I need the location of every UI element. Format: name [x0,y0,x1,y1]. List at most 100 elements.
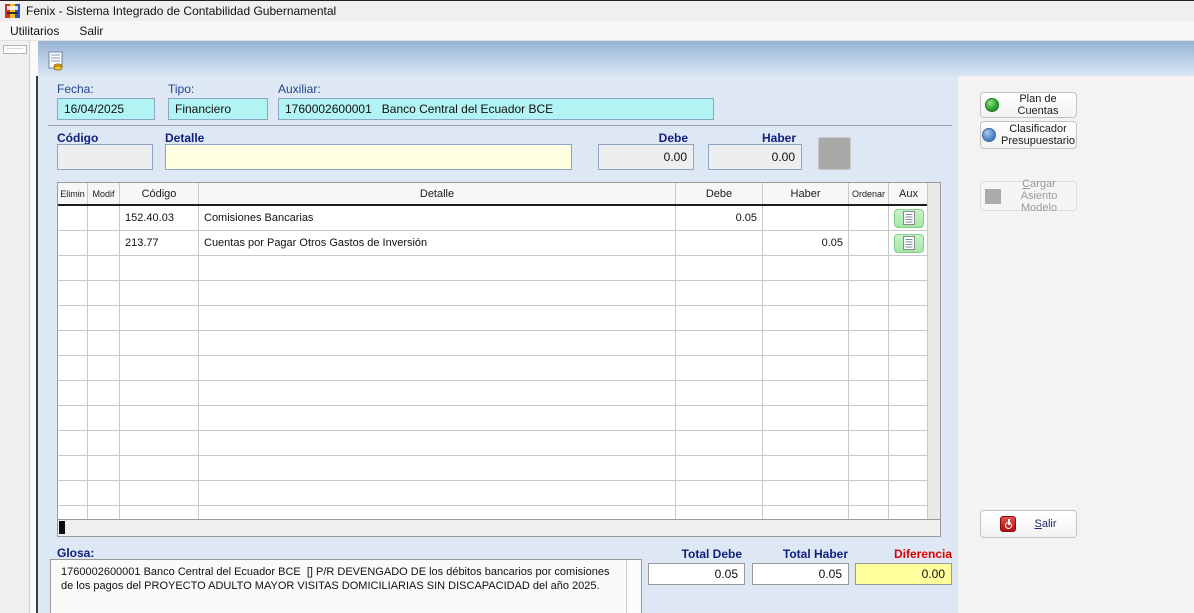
entries-table: Elimin Modif Código Detalle Debe Haber O… [57,182,941,520]
cell-ordenar [849,481,889,506]
table-row[interactable]: 213.77Cuentas por Pagar Otros Gastos de … [58,231,940,256]
fecha-label: Fecha: [57,82,94,96]
table-row[interactable] [58,406,940,431]
menu-bar: Utilitarios Salir [0,21,1194,41]
cell-debe [676,281,763,306]
cell-elimin [58,381,88,406]
cell-detalle [199,456,676,481]
salir-button[interactable]: Salir [980,510,1077,538]
fecha-field[interactable]: 16/04/2025 [57,98,155,120]
table-row[interactable]: 152.40.03Comisiones Bancarias0.05 [58,206,940,231]
panel-left-edge [36,76,38,613]
cell-ordenar [849,406,889,431]
glosa-textarea[interactable]: 1760002600001 Banco Central del Ecuador … [50,559,642,613]
cell-debe [676,256,763,281]
table-row[interactable] [58,356,940,381]
cell-detalle [199,331,676,356]
cell-debe [676,481,763,506]
cell-codigo [120,381,199,406]
table-row[interactable] [58,256,940,281]
table-row[interactable] [58,506,940,520]
cell-ordenar [849,506,889,520]
cell-codigo [120,506,199,520]
cell-ordenar [849,306,889,331]
aux-button[interactable] [894,234,924,253]
cell-ordenar [849,281,889,306]
cell-modif [88,231,120,256]
cell-debe [676,356,763,381]
cell-debe [676,506,763,520]
table-row[interactable] [58,281,940,306]
cell-codigo [120,256,199,281]
cell-elimin [58,356,88,381]
detalle-input[interactable] [165,144,572,170]
header-detalle: Detalle [199,183,676,204]
app-icon [5,4,20,18]
cell-debe [676,231,763,256]
cell-codigo [120,406,199,431]
cell-detalle: Comisiones Bancarias [199,206,676,231]
auxiliar-field[interactable]: 1760002600001 Banco Central del Ecuador … [278,98,714,120]
cell-detalle [199,481,676,506]
table-horizontal-scrollbar[interactable] [57,520,941,537]
cell-elimin [58,281,88,306]
tipo-field[interactable]: Financiero [168,98,268,120]
cell-haber [763,256,849,281]
cell-haber [763,281,849,306]
menu-salir[interactable]: Salir [69,22,113,40]
auxiliar-label: Auxiliar: [278,82,321,96]
cell-modif [88,506,120,520]
cell-ordenar [849,356,889,381]
journal-document-icon[interactable] [46,51,66,71]
cell-haber: 0.05 [763,231,849,256]
table-row[interactable] [58,456,940,481]
table-row[interactable] [58,306,940,331]
cell-elimin [58,431,88,456]
cell-aux [889,306,929,331]
table-row[interactable] [58,381,940,406]
cell-ordenar [849,231,889,256]
cell-codigo [120,306,199,331]
rail-grip[interactable] [3,45,27,54]
title-bar: Fenix - Sistema Integrado de Contabilida… [0,1,1194,21]
header-ordenar: Ordenar [849,183,889,204]
separator-line [48,125,952,126]
table-vertical-scrollbar[interactable] [927,183,940,519]
cell-haber [763,356,849,381]
menu-utilitarios[interactable]: Utilitarios [0,22,69,40]
cell-debe [676,406,763,431]
cell-elimin [58,406,88,431]
table-row[interactable] [58,331,940,356]
total-debe-value: 0.05 [648,563,745,585]
codigo-input[interactable] [57,144,153,170]
cell-ordenar [849,331,889,356]
plan-de-cuentas-label: Plan de Cuentas [1004,93,1072,117]
glosa-scrollbar[interactable] [626,560,640,613]
gray-square-icon [985,189,1001,204]
table-row[interactable] [58,481,940,506]
total-debe-label: Total Debe [642,547,742,561]
cell-aux [889,281,929,306]
blue-sphere-icon [982,128,996,142]
cell-haber [763,431,849,456]
table-row[interactable] [58,431,940,456]
diferencia-label: Diferencia [852,547,952,561]
codigo-label: Código [57,131,98,145]
haber-input[interactable]: 0.00 [708,144,802,170]
cell-haber [763,506,849,520]
aux-button[interactable] [894,209,924,228]
cell-aux [889,231,929,256]
cell-aux [889,506,929,520]
cell-modif [88,406,120,431]
cell-codigo: 213.77 [120,231,199,256]
clasificador-label: Clasificador Presupuestario [1001,123,1075,147]
scrollbar-thumb[interactable] [59,521,65,534]
debe-input[interactable]: 0.00 [598,144,694,170]
cell-aux [889,456,929,481]
cell-elimin [58,206,88,231]
plan-de-cuentas-button[interactable]: Plan de Cuentas [980,92,1077,118]
table-header-row: Elimin Modif Código Detalle Debe Haber O… [58,183,940,206]
cell-detalle [199,381,676,406]
clasificador-presupuestario-button[interactable]: Clasificador Presupuestario [980,121,1077,149]
cell-modif [88,456,120,481]
